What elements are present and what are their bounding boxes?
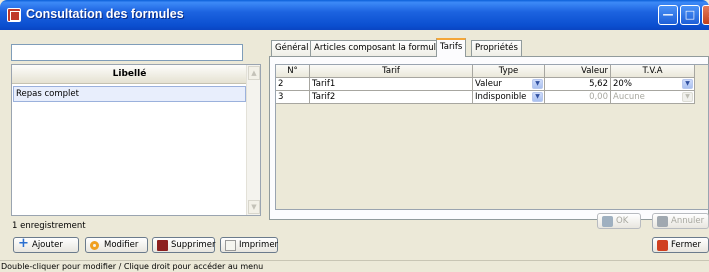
type-select[interactable]: Valeur ▼: [473, 78, 545, 91]
title-bar[interactable]: Consultation des formules — □ ✕: [0, 0, 709, 30]
scroll-down-icon[interactable]: ▼: [248, 200, 260, 214]
chevron-down-icon: ▼: [682, 92, 693, 102]
close-window-button[interactable]: ✕: [702, 5, 709, 25]
cell-tarif[interactable]: Tarif2: [310, 91, 473, 104]
column-header-tarif[interactable]: Tarif: [310, 65, 473, 78]
type-select[interactable]: Indisponible ▼: [473, 91, 545, 104]
add-label: Ajouter: [32, 240, 63, 250]
app-icon: [7, 8, 21, 22]
cell-tarif[interactable]: Tarif1: [310, 78, 473, 91]
search-input[interactable]: [11, 44, 243, 61]
chevron-down-icon[interactable]: ▼: [682, 79, 693, 89]
type-value: Indisponible: [475, 92, 527, 102]
cancel-icon: [657, 216, 668, 227]
ok-button: OK: [597, 213, 641, 229]
check-icon: [602, 216, 613, 227]
scroll-up-icon[interactable]: ▲: [248, 66, 260, 80]
print-label: Imprimer: [239, 240, 279, 250]
window-title: Consultation des formules: [26, 7, 184, 21]
delete-label: Supprimer: [171, 240, 216, 250]
tab-articles[interactable]: Articles composant la formule: [310, 40, 446, 56]
tab-general[interactable]: Général: [271, 40, 313, 56]
list-scrollbar[interactable]: ▲ ▼: [246, 65, 260, 215]
exit-icon: [657, 240, 668, 251]
tab-proprietes[interactable]: Propriétés: [471, 40, 522, 56]
chevron-down-icon[interactable]: ▼: [532, 79, 543, 89]
print-button[interactable]: Imprimer: [220, 237, 278, 253]
add-button[interactable]: Ajouter: [13, 237, 79, 253]
minimize-button[interactable]: —: [658, 5, 678, 25]
column-header-no[interactable]: N°: [276, 65, 310, 78]
consultation-window: Consultation des formules — □ ✕ Libellé …: [0, 0, 709, 272]
column-header-type[interactable]: Type: [473, 65, 545, 78]
edit-button[interactable]: Modifier: [85, 237, 148, 253]
table-row[interactable]: 3 Tarif2 Indisponible ▼ 0,00 Aucune ▼: [276, 91, 695, 104]
maximize-button[interactable]: □: [680, 5, 700, 25]
ok-label: OK: [616, 216, 629, 226]
tab-tarifs[interactable]: Tarifs: [436, 38, 467, 57]
status-bar: Double-cliquer pour modifier / Clique dr…: [0, 260, 709, 272]
chevron-down-icon[interactable]: ▼: [532, 92, 543, 102]
printer-icon: [225, 240, 236, 251]
tva-select: Aucune ▼: [611, 91, 695, 104]
list-header-libelle[interactable]: Libellé: [12, 65, 247, 84]
column-header-valeur[interactable]: Valeur: [545, 65, 611, 78]
cell-valeur: 0,00: [545, 91, 611, 104]
record-count: 1 enregistrement: [12, 221, 86, 231]
cell-no[interactable]: 3: [276, 91, 310, 104]
edit-icon: [90, 241, 99, 250]
tva-select[interactable]: 20% ▼: [611, 78, 695, 91]
close-button[interactable]: Fermer: [652, 237, 709, 253]
cancel-button: Annuler: [652, 213, 709, 229]
plus-icon: [18, 237, 29, 251]
tva-value: 20%: [613, 79, 632, 89]
delete-icon: [157, 240, 168, 251]
delete-button[interactable]: Supprimer: [152, 237, 215, 253]
list-item[interactable]: Repas complet: [13, 86, 246, 102]
cancel-label: Annuler: [671, 216, 705, 226]
tva-value: Aucune: [613, 92, 645, 102]
table-row[interactable]: 2 Tarif1 Valeur ▼ 5,62 20% ▼: [276, 78, 695, 91]
edit-label: Modifier: [104, 240, 139, 250]
cell-no[interactable]: 2: [276, 78, 310, 91]
grid-header: N° Tarif Type Valeur T.V.A: [276, 65, 695, 78]
type-value: Valeur: [475, 79, 502, 89]
column-header-tva[interactable]: T.V.A: [611, 65, 695, 78]
cell-valeur[interactable]: 5,62: [545, 78, 611, 91]
tarifs-grid[interactable]: N° Tarif Type Valeur T.V.A 2 Tarif1 Vale…: [275, 64, 709, 210]
formula-list[interactable]: Libellé Repas complet ▲ ▼: [11, 64, 261, 216]
close-label: Fermer: [671, 240, 702, 250]
